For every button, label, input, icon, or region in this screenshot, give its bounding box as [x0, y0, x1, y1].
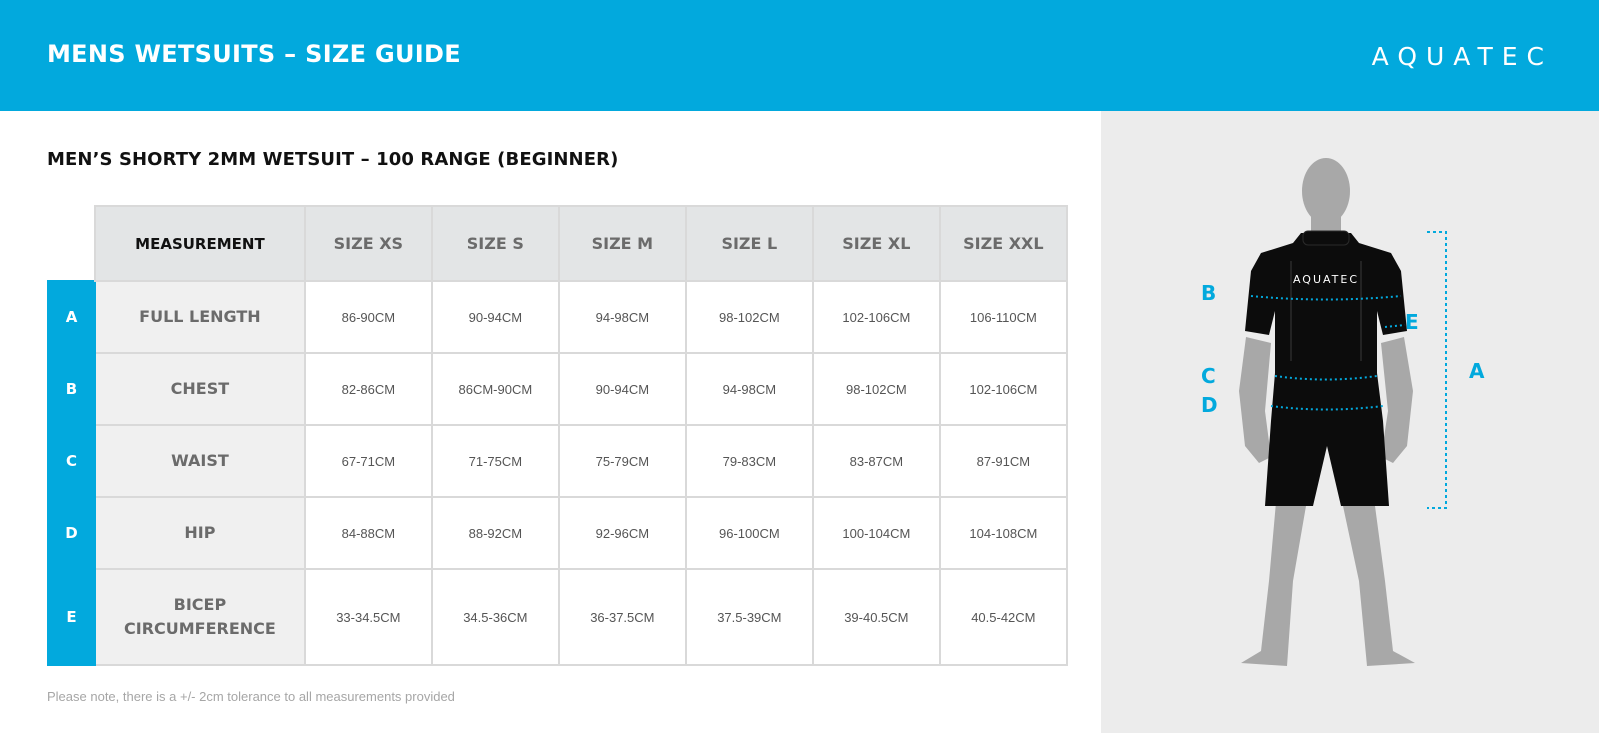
wetsuit-figure: AQUATEC B E C D A: [1101, 111, 1599, 733]
table-cell: 102-106CM: [811, 280, 941, 354]
label-b: B: [1201, 281, 1217, 305]
table-cell: 106-110CM: [938, 280, 1068, 354]
label-a: A: [1469, 359, 1485, 383]
label-c: C: [1201, 364, 1216, 388]
table-cell: 96-100CM: [684, 496, 814, 570]
row-letter-badge: B: [47, 352, 96, 426]
table-cell: 102-106CM: [938, 352, 1068, 426]
column-header-size-l: SIZE L: [684, 205, 814, 282]
row-label: BICEP CIRCUMFERENCE: [94, 568, 306, 666]
table-cell: 86CM-90CM: [430, 352, 560, 426]
tolerance-footnote: Please note, there is a +/- 2cm toleranc…: [47, 689, 455, 704]
page-title: MENS WETSUITS – SIZE GUIDE: [47, 40, 461, 68]
blank-corner-cell: [48, 206, 95, 281]
table-cell: 37.5-39CM: [684, 568, 814, 666]
table-cell: 39-40.5CM: [811, 568, 941, 666]
row-label: FULL LENGTH: [94, 280, 306, 354]
table-cell: 34.5-36CM: [430, 568, 560, 666]
table-cell: 79-83CM: [684, 424, 814, 498]
row-letter-badge: A: [47, 280, 96, 354]
column-header-size-xl: SIZE XL: [811, 205, 941, 282]
table-cell: 36-37.5CM: [557, 568, 687, 666]
table-cell: 67-71CM: [303, 424, 433, 498]
table-cell: 71-75CM: [430, 424, 560, 498]
table-cell: 75-79CM: [557, 424, 687, 498]
table-row: A FULL LENGTH 86-90CM 90-94CM 94-98CM 98…: [47, 280, 1068, 354]
column-header-size-m: SIZE M: [557, 205, 687, 282]
row-letter-badge: E: [47, 568, 96, 666]
table-cell: 86-90CM: [303, 280, 433, 354]
row-label: WAIST: [94, 424, 306, 498]
size-table: MEASUREMENT SIZE XS SIZE S SIZE M SIZE L…: [47, 205, 1068, 666]
table-cell: 84-88CM: [303, 496, 433, 570]
brand-logo: AQUATEC: [1371, 42, 1553, 71]
table-cell: 100-104CM: [811, 496, 941, 570]
table-cell: 94-98CM: [684, 352, 814, 426]
table-header-row: MEASUREMENT SIZE XS SIZE S SIZE M SIZE L…: [48, 205, 1068, 282]
table-cell: 33-34.5CM: [303, 568, 433, 666]
column-header-measurement: MEASUREMENT: [94, 205, 306, 282]
table-cell: 92-96CM: [557, 496, 687, 570]
table-cell: 88-92CM: [430, 496, 560, 570]
label-d: D: [1201, 393, 1218, 417]
column-header-size-xs: SIZE XS: [303, 205, 433, 282]
table-cell: 82-86CM: [303, 352, 433, 426]
column-header-size-xxl: SIZE XXL: [938, 205, 1068, 282]
table-cell: 90-94CM: [557, 352, 687, 426]
table-row: C WAIST 67-71CM 71-75CM 75-79CM 79-83CM …: [47, 424, 1068, 498]
table-cell: 83-87CM: [811, 424, 941, 498]
table-cell: 40.5-42CM: [938, 568, 1068, 666]
table-cell: 90-94CM: [430, 280, 560, 354]
row-letter-badge: C: [47, 424, 96, 498]
table-row: B CHEST 82-86CM 86CM-90CM 90-94CM 94-98C…: [47, 352, 1068, 426]
table-cell: 87-91CM: [938, 424, 1068, 498]
header-bar: MENS WETSUITS – SIZE GUIDE AQUATEC: [0, 0, 1599, 111]
label-e: E: [1405, 310, 1419, 334]
table-cell: 94-98CM: [557, 280, 687, 354]
table-row: E BICEP CIRCUMFERENCE 33-34.5CM 34.5-36C…: [47, 568, 1068, 666]
mannequin-illustration: AQUATEC: [1239, 158, 1447, 666]
table-cell: 98-102CM: [811, 352, 941, 426]
table-cell: 98-102CM: [684, 280, 814, 354]
column-header-size-s: SIZE S: [430, 205, 560, 282]
chest-logo: AQUATEC: [1293, 273, 1359, 286]
table-row: D HIP 84-88CM 88-92CM 92-96CM 96-100CM 1…: [47, 496, 1068, 570]
row-label: CHEST: [94, 352, 306, 426]
row-letter-badge: D: [47, 496, 96, 570]
table-cell: 104-108CM: [938, 496, 1068, 570]
row-label: HIP: [94, 496, 306, 570]
section-title: MEN’S SHORTY 2MM WETSUIT – 100 RANGE (BE…: [47, 149, 619, 170]
